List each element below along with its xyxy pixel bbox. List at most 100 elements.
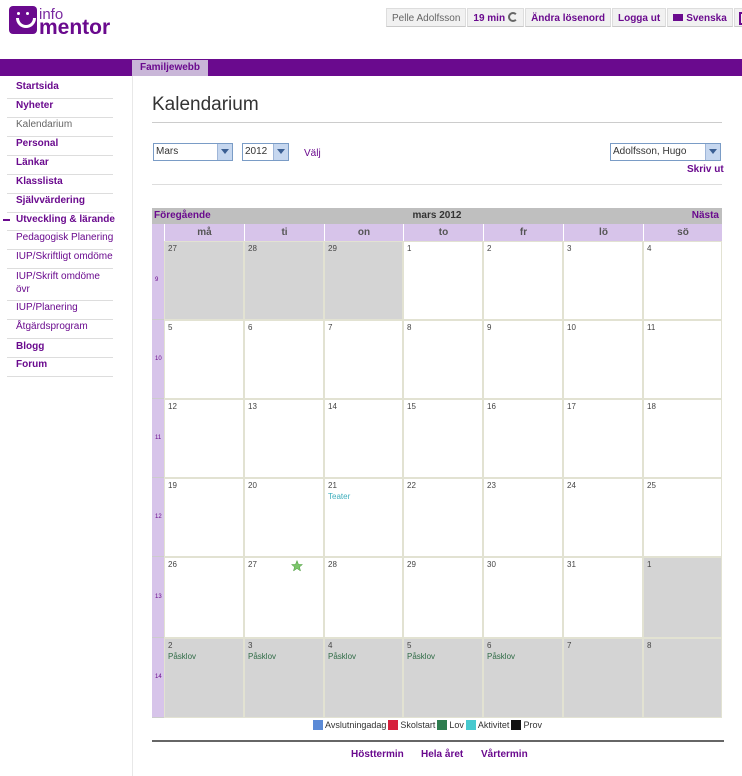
calendar-day-cell[interactable]: 24 xyxy=(563,478,643,557)
calendar-day-cell[interactable]: 15 xyxy=(403,399,483,478)
sidebar-item-lankar[interactable]: Länkar xyxy=(7,156,113,175)
calendar-day-cell[interactable]: 28 xyxy=(244,241,324,320)
sidebar-item-startsida[interactable]: Startsida xyxy=(7,80,113,99)
day-number: 21 xyxy=(328,481,337,490)
calendar-day-cell[interactable]: 20 xyxy=(244,478,324,557)
calendar-day-cell[interactable]: 28 xyxy=(324,557,403,638)
calendar-event[interactable]: Teater xyxy=(328,492,350,501)
calendar-day-cell[interactable]: 18 xyxy=(643,399,722,478)
calendar-day-cell[interactable]: 21 Teater xyxy=(324,478,403,557)
week-number-label: 12 xyxy=(155,514,162,520)
calendar-day-cell[interactable]: 25 xyxy=(643,478,722,557)
calendar-event[interactable]: Påsklov xyxy=(487,652,515,661)
calendar-day-cell[interactable]: 6 Påsklov xyxy=(483,638,563,718)
calendar-day-cell[interactable]: 4 xyxy=(643,241,722,320)
calendar-day-cell[interactable]: 5 Påsklov xyxy=(403,638,483,718)
calendar-day-cell[interactable]: 1 xyxy=(403,241,483,320)
refresh-icon[interactable] xyxy=(508,12,519,22)
calendar-day-cell[interactable]: 30 xyxy=(483,557,563,638)
calendar-day-cell[interactable]: 27 xyxy=(244,557,324,638)
calendar-day-cell[interactable]: 1 xyxy=(643,557,722,638)
calendar-day-cell[interactable]: 13 xyxy=(244,399,324,478)
logout-link[interactable]: Logga ut xyxy=(611,8,667,27)
main-nav-bar xyxy=(0,59,742,76)
full-year-link[interactable]: Hela året xyxy=(421,749,463,760)
autumn-term-link[interactable]: Hösttermin xyxy=(351,749,404,760)
calendar-day-cell[interactable]: 5 xyxy=(164,320,244,399)
sidebar-item-blogg[interactable]: Blogg xyxy=(7,339,113,358)
sidebar-item-pedagogisk-planering[interactable]: Pedagogisk Planering xyxy=(7,231,113,250)
calendar-day-cell[interactable]: 9 xyxy=(483,320,563,399)
sidebar-item-personal[interactable]: Personal xyxy=(7,137,113,156)
week-number: 9 xyxy=(152,241,164,320)
calendar-event[interactable]: Påsklov xyxy=(168,652,196,661)
calendar-day-cell[interactable]: 2 xyxy=(483,241,563,320)
calendar-day-cell[interactable]: 7 xyxy=(563,638,643,718)
calendar-day-cell[interactable]: 8 xyxy=(403,320,483,399)
calendar-day-cell[interactable]: 23 xyxy=(483,478,563,557)
calendar-day-cell[interactable]: 8 xyxy=(643,638,722,718)
day-number: 7 xyxy=(328,323,333,332)
sidebar-item-iup-planering[interactable]: IUP/Planering xyxy=(7,301,113,320)
expanded-indicator-icon xyxy=(3,219,10,221)
week-number-label: 11 xyxy=(155,435,162,441)
month-select[interactable]: Mars xyxy=(153,143,233,161)
calendar-event[interactable]: Påsklov xyxy=(328,652,356,661)
session-timer[interactable]: 19 min xyxy=(467,8,525,27)
sidebar-item-atgardsprogram[interactable]: Åtgärdsprogram xyxy=(7,320,113,339)
language-selector[interactable]: Svenska xyxy=(667,8,733,27)
spring-term-link[interactable]: Vårtermin xyxy=(481,749,528,760)
title-divider xyxy=(152,122,722,123)
calendar-day-cell[interactable]: 16 xyxy=(483,399,563,478)
calendar-day-cell[interactable]: 7 xyxy=(324,320,403,399)
calendar-day-cell[interactable]: 3 Påsklov xyxy=(244,638,324,718)
window-toggle-icon[interactable] xyxy=(733,8,742,27)
sidebar-item-sjalvvardering[interactable]: Självvärdering xyxy=(7,194,113,213)
legend-item: Aktivitet xyxy=(465,719,509,731)
year-select[interactable]: 2012 xyxy=(242,143,289,161)
weekday-label: to xyxy=(403,224,483,241)
star-icon[interactable] xyxy=(291,560,303,572)
month-select-value: Mars xyxy=(156,146,179,157)
calendar-day-cell[interactable]: 27 xyxy=(164,241,244,320)
calendar-day-cell[interactable]: 29 xyxy=(403,557,483,638)
week-number-label: 14 xyxy=(155,674,162,680)
tab-familjewebb[interactable]: Familjewebb xyxy=(132,60,208,76)
change-password-link[interactable]: Ändra lösenord xyxy=(525,8,611,27)
sidebar-item-iup-skriftligt-omdome[interactable]: IUP/Skriftligt omdöme xyxy=(7,250,113,269)
calendar-event[interactable]: Påsklov xyxy=(407,652,435,661)
calendar-day-cell[interactable]: 2 Påsklov xyxy=(164,638,244,718)
calendar-day-cell[interactable]: 14 xyxy=(324,399,403,478)
calendar-day-cell[interactable]: 17 xyxy=(563,399,643,478)
calendar-day-cell[interactable]: 31 xyxy=(563,557,643,638)
calendar-day-cell[interactable]: 6 xyxy=(244,320,324,399)
calendar-day-cell[interactable]: 29 xyxy=(324,241,403,320)
sidebar-item-utveckling[interactable]: Utveckling & lärande xyxy=(3,213,115,231)
legend-label: Lov xyxy=(449,720,464,730)
calendar-day-cell[interactable]: 19 xyxy=(164,478,244,557)
calendar-day-cell[interactable]: 4 Påsklov xyxy=(324,638,403,718)
sidebar-item-kalendarium[interactable]: Kalendarium xyxy=(7,118,113,137)
weekday-label: må xyxy=(164,224,244,241)
week-number-label: 9 xyxy=(155,277,159,283)
calendar-day-cell[interactable]: 10 xyxy=(563,320,643,399)
next-month-link[interactable]: Nästa xyxy=(692,210,719,221)
calendar-day-cell[interactable]: 12 xyxy=(164,399,244,478)
print-link[interactable]: Skriv ut xyxy=(687,164,724,175)
calendar-day-cell[interactable]: 22 xyxy=(403,478,483,557)
choose-link[interactable]: Välj xyxy=(304,148,321,159)
calendar-day-cell[interactable]: 3 xyxy=(563,241,643,320)
sidebar-item-forum[interactable]: Forum xyxy=(7,358,113,377)
calendar-event[interactable]: Påsklov xyxy=(248,652,276,661)
day-number: 1 xyxy=(647,560,652,569)
calendar-day-cell[interactable]: 11 xyxy=(643,320,722,399)
sidebar-item-iup-skrift-omdome-ovr[interactable]: IUP/Skrift omdöme övr xyxy=(7,269,113,301)
calendar-day-cell[interactable]: 26 xyxy=(164,557,244,638)
student-select[interactable]: Adolfsson, Hugo xyxy=(610,143,721,161)
day-number: 8 xyxy=(407,323,412,332)
sidebar-item-klasslista[interactable]: Klasslista xyxy=(7,175,113,194)
logo-text-mentor: mentor xyxy=(39,16,111,39)
infomentor-logo[interactable]: info mentor xyxy=(9,6,119,39)
smiley-logo-icon xyxy=(9,6,37,34)
sidebar-item-nyheter[interactable]: Nyheter xyxy=(7,99,113,118)
